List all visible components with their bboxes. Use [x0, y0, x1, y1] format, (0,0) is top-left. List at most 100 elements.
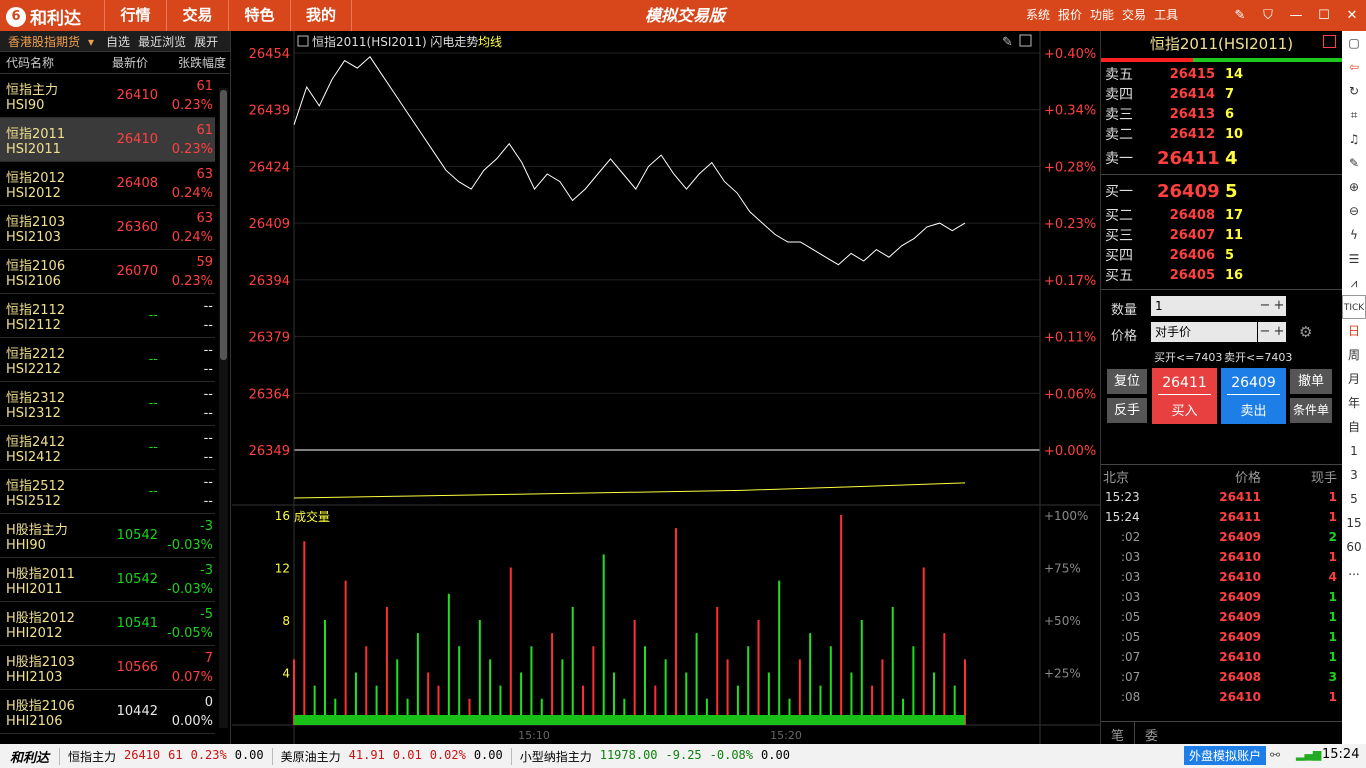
reset-button[interactable]: 复位 [1107, 369, 1147, 394]
draw-icon[interactable]: ✎ [1002, 35, 1013, 50]
list-icon[interactable]: ☰ [1342, 247, 1366, 271]
back-icon[interactable]: ⇦ [1342, 55, 1366, 79]
layout-icon[interactable] [1019, 34, 1032, 47]
quote-row[interactable]: 恒指2012 HSI2012 26408 63 0.24% [0, 162, 215, 206]
zoom-in-icon[interactable]: ⊕ [1342, 175, 1366, 199]
bid-level[interactable]: 买三 26407 11 [1101, 225, 1342, 245]
tab-watchlist[interactable]: 自选 [102, 33, 134, 50]
ask-label: 卖五 [1105, 67, 1133, 83]
qty-increase-button[interactable]: + [1272, 296, 1286, 316]
quote-list-scrollbar[interactable] [219, 88, 228, 728]
col-name[interactable]: 代码名称 [0, 54, 100, 71]
period-1min[interactable]: 1 [1342, 439, 1366, 463]
price-decrease-button[interactable]: − [1258, 322, 1272, 342]
price-increase-button[interactable]: + [1272, 322, 1286, 342]
sell-button[interactable]: 26409 卖出 [1221, 368, 1286, 424]
bid-level[interactable]: 买五 26405 16 [1101, 265, 1342, 285]
tick-button[interactable]: TICK [1342, 295, 1366, 319]
quote-row[interactable]: 恒指主力 HSI90 26410 61 0.23% [0, 74, 215, 118]
close-icon[interactable]: ✕ [1338, 0, 1366, 31]
popout-icon[interactable] [1323, 35, 1336, 48]
period-custom[interactable]: 自 [1342, 415, 1366, 439]
maximize-icon[interactable]: ☐ [1310, 0, 1338, 31]
zoom-out-icon[interactable]: ⊖ [1342, 199, 1366, 223]
ask-level[interactable]: 卖五 26415 14 [1101, 64, 1342, 84]
menu-function[interactable]: 功能 [1086, 0, 1118, 31]
tab-expand[interactable]: 展开 [190, 33, 222, 50]
ticker-strip[interactable]: 恒指主力 26410 61 0.23% 0.00 美原油主力 41.91 0.01 0.02% 0… [59, 747, 798, 765]
nav-hangqing[interactable]: 行情 [104, 0, 166, 31]
nav-jiaoyi[interactable]: 交易 [166, 0, 228, 31]
quote-code: HSI2103 [6, 230, 61, 245]
menu-quote[interactable]: 报价 [1054, 0, 1086, 31]
period-week[interactable]: 周 [1342, 343, 1366, 367]
period-5min[interactable]: 5 [1342, 487, 1366, 511]
more-icon[interactable]: ... [1342, 559, 1366, 583]
quote-row[interactable]: 恒指2512 HSI2512 -- -- -- [0, 470, 215, 514]
edit-icon[interactable]: ✎ [1226, 0, 1254, 31]
ticker-item[interactable]: 美原油主力 41.91 0.01 0.02% 0.00 [271, 747, 511, 765]
tab-trades[interactable]: 笔 [1101, 722, 1136, 744]
quote-row[interactable]: 恒指2011 HSI2011 26410 61 0.23% [0, 118, 215, 162]
quote-row[interactable]: H股指2106 HHI2106 10442 0 0.00% [0, 690, 215, 734]
quote-row[interactable]: 恒指2312 HSI2312 -- -- -- [0, 382, 215, 426]
expand-icon[interactable] [297, 35, 309, 47]
period-day[interactable]: 日 [1342, 319, 1366, 343]
ask-level[interactable]: 卖三 26413 6 [1101, 104, 1342, 124]
bid-level[interactable]: 买一 26409 5 [1101, 177, 1342, 205]
chart-icon[interactable]: ⩘ [1342, 271, 1366, 295]
price-input[interactable]: 对手价 [1151, 322, 1257, 342]
qty-input[interactable]: 1 [1151, 296, 1273, 316]
qty-decrease-button[interactable]: − [1258, 296, 1272, 316]
quote-price: -- [148, 484, 158, 499]
refresh-icon[interactable]: ↻ [1342, 79, 1366, 103]
tab-recent[interactable]: 最近浏览 [134, 33, 190, 50]
menu-trade[interactable]: 交易 [1118, 0, 1150, 31]
menu-tools[interactable]: 工具 [1150, 0, 1182, 31]
nav-wode[interactable]: 我的 [290, 0, 352, 31]
nav-tese[interactable]: 特色 [228, 0, 290, 31]
square-icon[interactable]: ▢ [1342, 31, 1366, 55]
settings-icon[interactable]: ⚙ [1299, 323, 1312, 341]
quote-row[interactable]: H股指2012 HHI2012 10541 -5 -0.05% [0, 602, 215, 646]
period-month[interactable]: 月 [1342, 367, 1366, 391]
minimize-icon[interactable]: — [1282, 0, 1310, 31]
tab-hk-index-futures[interactable]: 香港股指期货 ▾ [0, 33, 102, 50]
quote-row[interactable]: 恒指2112 HSI2112 -- -- -- [0, 294, 215, 338]
tick-chart[interactable]: 恒指2011(HSI2011) 闪电走势 均线 ✎ 26454 26439 2642… [232, 31, 1100, 744]
bid-level[interactable]: 买二 26408 17 [1101, 205, 1342, 225]
period-year[interactable]: 年 [1342, 391, 1366, 415]
menu-system[interactable]: 系统 [1022, 0, 1054, 31]
quote-row[interactable]: H股指2103 HHI2103 10566 7 0.07% [0, 646, 215, 690]
reverse-button[interactable]: 反手 [1107, 398, 1147, 423]
cancel-order-button[interactable]: 撤单 [1290, 369, 1332, 394]
lightning-icon[interactable]: ϟ [1342, 223, 1366, 247]
quote-row[interactable]: 恒指2412 HSI2412 -- -- -- [0, 426, 215, 470]
ask-level[interactable]: 卖一 26411 4 [1101, 144, 1342, 172]
pencil-icon[interactable]: ✎ [1342, 151, 1366, 175]
quote-row[interactable]: 恒指2103 HSI2103 26360 63 0.24% [0, 206, 215, 250]
buy-button[interactable]: 26411 买入 [1152, 368, 1217, 424]
ask-level[interactable]: 卖二 26412 10 [1101, 124, 1342, 144]
col-price[interactable]: 最新价 [100, 54, 160, 71]
quote-row[interactable]: H股指主力 HHI90 10542 -3 -0.03% [0, 514, 215, 558]
period-60min[interactable]: 60 [1342, 535, 1366, 559]
period-3min[interactable]: 3 [1342, 463, 1366, 487]
quote-row[interactable]: H股指2011 HHI2011 10542 -3 -0.03% [0, 558, 215, 602]
percent-tick: +0.17% [1044, 274, 1096, 289]
quote-row[interactable]: 恒指2212 HSI2212 -- -- -- [0, 338, 215, 382]
conditional-order-button[interactable]: 条件单 [1290, 398, 1332, 423]
shirt-icon[interactable]: ⛉ [1254, 0, 1282, 31]
bid-level[interactable]: 买四 26406 5 [1101, 245, 1342, 265]
ask-level[interactable]: 卖四 26414 7 [1101, 84, 1342, 104]
crop-icon[interactable]: ⌗ [1342, 103, 1366, 127]
bell-icon[interactable]: ♫ [1342, 127, 1366, 151]
ticker-item[interactable]: 恒指主力 26410 61 0.23% 0.00 [59, 747, 272, 765]
period-15min[interactable]: 15 [1342, 511, 1366, 535]
scrollbar-thumb[interactable] [220, 90, 227, 360]
col-change[interactable]: 张跌幅度 [160, 54, 228, 71]
ticker-item[interactable]: 小型纳指主力 11978.00 -9.25 -0.08% 0.00 [510, 747, 798, 765]
quote-row[interactable]: 恒指2106 HSI2106 26070 59 0.23% [0, 250, 215, 294]
tab-orders[interactable]: 委 [1135, 722, 1168, 744]
account-badge[interactable]: 外盘模拟账户 [1184, 746, 1267, 765]
